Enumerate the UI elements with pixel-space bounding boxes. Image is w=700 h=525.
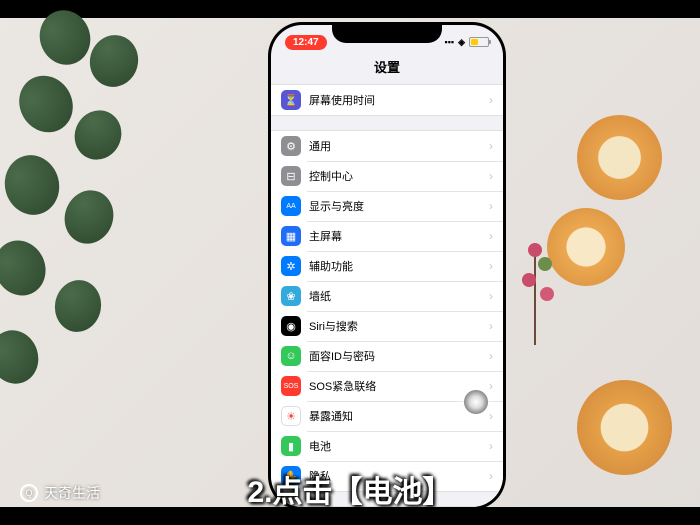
chevron-right-icon: › [489, 169, 493, 183]
row-screen-time[interactable]: ⏳ 屏幕使用时间› [271, 85, 503, 115]
chevron-right-icon: › [489, 319, 493, 333]
chevron-right-icon: › [489, 439, 493, 453]
chevron-right-icon: › [489, 199, 493, 213]
row-accessibility[interactable]: ✲ 辅助功能› [271, 251, 503, 281]
chevron-right-icon: › [489, 289, 493, 303]
row-home-screen[interactable]: ▦ 主屏幕› [271, 221, 503, 251]
general-icon: ⚙ [281, 136, 301, 156]
chevron-right-icon: › [489, 349, 493, 363]
row-wallpaper[interactable]: ❀ 墙纸› [271, 281, 503, 311]
row-label: 屏幕使用时间 [309, 92, 489, 108]
battery-icon [469, 37, 489, 47]
emergency-sos-icon: SOS [281, 376, 301, 396]
page-title: 设置 [271, 55, 503, 84]
phone-frame: 12:47 ▪▪▪ ◈ 设置 ⏳屏幕使用时间›⚙通用›⊟控制中心›AA显示与亮度… [268, 22, 506, 510]
row-control-center[interactable]: ⊟ 控制中心› [271, 161, 503, 191]
status-time: 12:47 [285, 35, 327, 50]
row-label: 墙纸 [309, 288, 489, 304]
screen-time-icon: ⏳ [281, 90, 301, 110]
row-label: Siri与搜索 [309, 318, 489, 334]
settings-group: ⚙通用›⊟控制中心›AA显示与亮度›▦主屏幕›✲辅助功能›❀墙纸›◉Siri与搜… [271, 130, 503, 492]
citrus-slice [577, 115, 662, 200]
siri-search-icon: ◉ [281, 316, 301, 336]
citrus-slice [577, 380, 672, 475]
row-label: 显示与亮度 [309, 198, 489, 214]
row-battery[interactable]: ▮ 电池› [271, 431, 503, 461]
row-label: 主屏幕 [309, 228, 489, 244]
chevron-right-icon: › [489, 259, 493, 273]
flowers-decor [510, 235, 560, 355]
instruction-caption: 2.点击【电池】 [0, 467, 700, 511]
assistive-touch-button[interactable] [459, 385, 493, 419]
row-label: 电池 [309, 438, 489, 454]
signal-icon: ▪▪▪ [445, 37, 455, 47]
notch [332, 25, 442, 43]
display-brightness-icon: AA [281, 196, 301, 216]
accessibility-icon: ✲ [281, 256, 301, 276]
chevron-right-icon: › [489, 93, 493, 107]
row-siri-search[interactable]: ◉ Siri与搜索› [271, 311, 503, 341]
phone-screen: 12:47 ▪▪▪ ◈ 设置 ⏳屏幕使用时间›⚙通用›⊟控制中心›AA显示与亮度… [271, 25, 503, 507]
battery-icon: ▮ [281, 436, 301, 456]
chevron-right-icon: › [489, 139, 493, 153]
assistive-touch-icon [464, 390, 488, 414]
row-general[interactable]: ⚙ 通用› [271, 131, 503, 161]
wallpaper-icon: ❀ [281, 286, 301, 306]
settings-group: ⏳ 屏幕使用时间› [271, 84, 503, 116]
home-screen-icon: ▦ [281, 226, 301, 246]
control-center-icon: ⊟ [281, 166, 301, 186]
row-label: 通用 [309, 138, 489, 154]
chevron-right-icon: › [489, 229, 493, 243]
settings-list[interactable]: ⏳屏幕使用时间›⚙通用›⊟控制中心›AA显示与亮度›▦主屏幕›✲辅助功能›❀墙纸… [271, 84, 503, 507]
wifi-icon: ◈ [458, 37, 465, 48]
row-label: 控制中心 [309, 168, 489, 184]
row-label: 辅助功能 [309, 258, 489, 274]
plant-decor [0, 0, 240, 500]
row-faceid-passcode[interactable]: ☺ 面容ID与密码› [271, 341, 503, 371]
faceid-passcode-icon: ☺ [281, 346, 301, 366]
row-display-brightness[interactable]: AA 显示与亮度› [271, 191, 503, 221]
row-label: 面容ID与密码 [309, 348, 489, 364]
exposure-notifications-icon: ☀ [281, 406, 301, 426]
